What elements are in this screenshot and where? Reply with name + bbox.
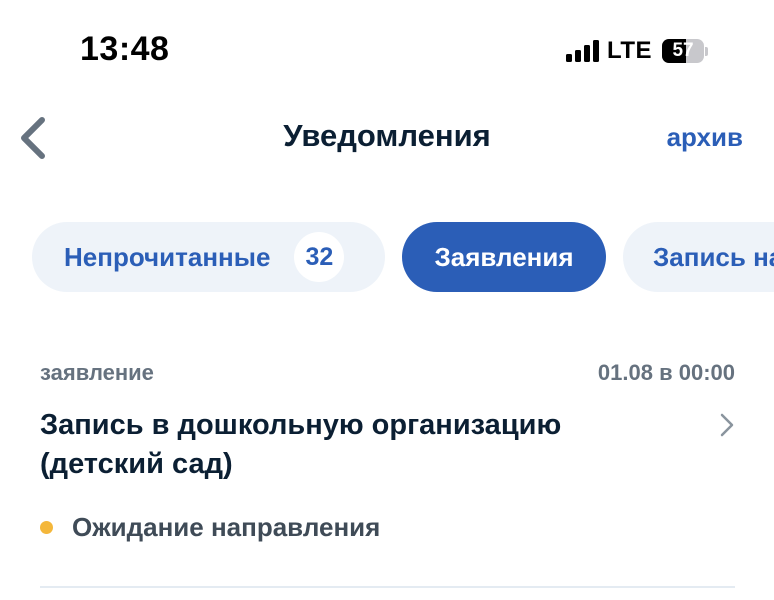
status-time: 13:48 xyxy=(80,30,170,68)
status-text: Ожидание направления xyxy=(72,512,381,542)
chevron-right-icon xyxy=(720,413,734,437)
screen: 13:48 LTE 57 Уведомления архив Непрочита… xyxy=(0,0,774,600)
status-bar: 13:48 LTE 57 xyxy=(0,0,774,100)
chip-label: Непрочитанные xyxy=(64,241,271,272)
chip-label: Запись на xyxy=(653,241,774,272)
filter-chips: Непрочитанные 32 Заявления Запись на xyxy=(32,222,774,292)
unread-count-badge: 32 xyxy=(294,232,345,282)
notification-date: 01.08 в 00:00 xyxy=(597,360,735,385)
status-dot-icon xyxy=(40,521,53,534)
navigation-bar: Уведомления архив xyxy=(0,100,774,176)
divider xyxy=(40,586,735,588)
battery-icon: 57 xyxy=(662,39,709,63)
chip-unread[interactable]: Непрочитанные 32 xyxy=(32,222,385,292)
page-title: Уведомления xyxy=(283,118,491,153)
notification-title: Запись в дошкольную организацию (детский… xyxy=(40,409,562,480)
archive-link[interactable]: архив xyxy=(667,122,743,153)
notification-category: заявление xyxy=(40,360,154,385)
chip-appointment[interactable]: Запись на xyxy=(623,222,774,292)
network-type: LTE xyxy=(607,37,653,64)
cellular-signal-icon xyxy=(566,40,599,62)
battery-level: 57 xyxy=(672,40,694,61)
notification-status: Ожидание направления xyxy=(40,512,380,543)
status-indicators: LTE 57 xyxy=(566,35,709,67)
chip-label: Заявления xyxy=(434,241,574,272)
chip-statements[interactable]: Заявления xyxy=(402,222,606,292)
notification-item[interactable]: заявление 01.08 в 00:00 Запись в дошколь… xyxy=(40,352,735,588)
